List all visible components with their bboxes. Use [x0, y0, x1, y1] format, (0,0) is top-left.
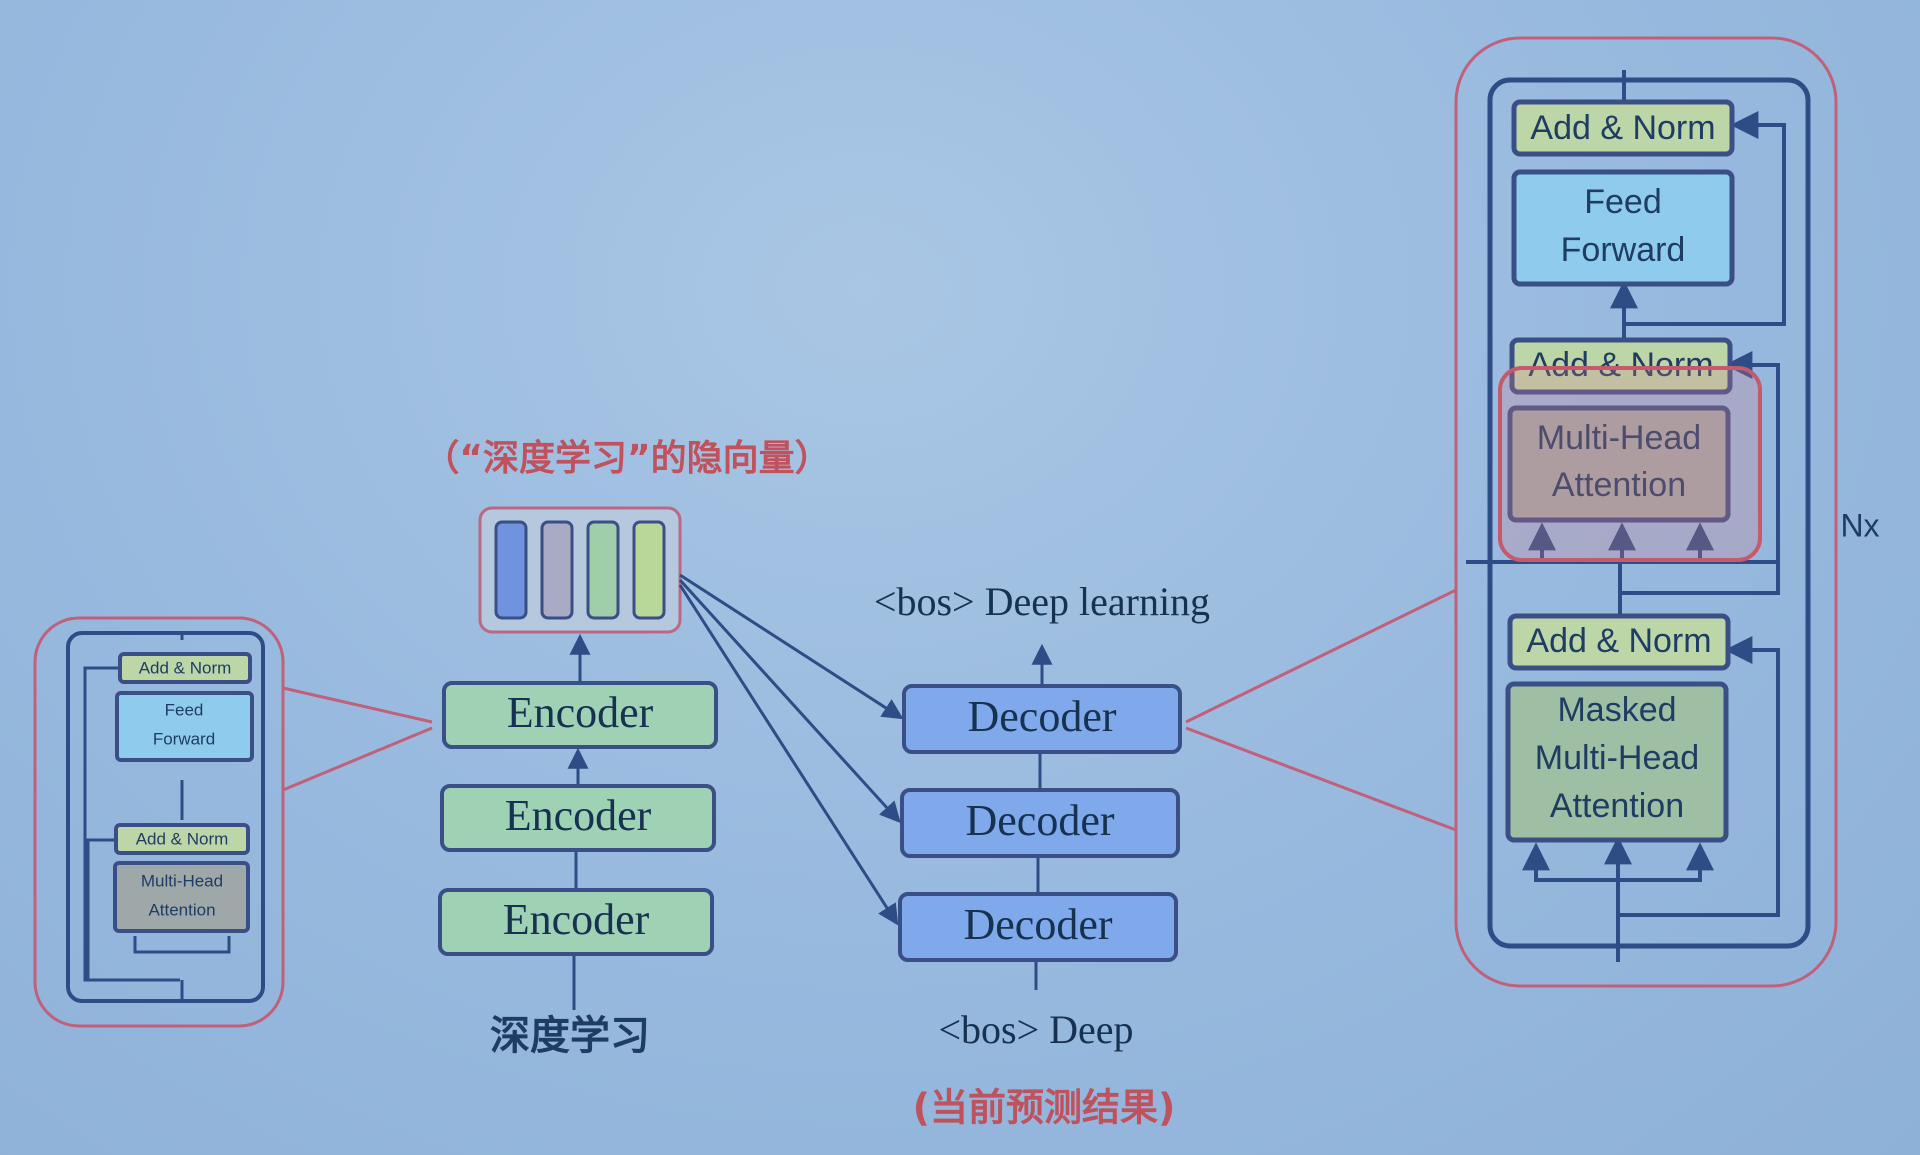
decoder-detail-feed-label-2: Forward — [1561, 231, 1686, 269]
encoder-detail-attn-label-2: Attention — [148, 900, 215, 919]
decoder-detail-callout: Add & Norm Feed Forward Add & Norm Multi… — [1185, 36, 1880, 988]
repeat-label: Nx — [1840, 507, 1879, 543]
decoder-label-2: Decoder — [965, 796, 1114, 845]
cross-attention-highlight — [1498, 366, 1762, 562]
hidden-vector: （“深度学习”的隐向量） — [423, 437, 831, 634]
decoder-label-3: Decoder — [963, 900, 1112, 949]
cross-connections — [678, 573, 904, 926]
encoder-detail-feed-label-1: Feed — [165, 700, 204, 719]
encoder-input-text: 深度学习 — [490, 1013, 650, 1059]
decoder-label-1: Decoder — [967, 692, 1116, 741]
encoder-label-2: Encoder — [505, 791, 652, 840]
encoder-label-3: Encoder — [503, 895, 650, 944]
vector-cell-3 — [586, 520, 620, 620]
hidden-vector-caption: （“深度学习”的隐向量） — [423, 437, 830, 479]
decoder-detail-masked-label-2: Multi-Head — [1535, 739, 1699, 777]
decoder-stack: <bos> Deep learning Decoder Decoder Deco… — [874, 579, 1210, 1129]
transformer-diagram: Add & Norm Feed Forward Add & Norm Multi… — [33, 36, 1880, 1130]
encoder-detail-add-norm-bottom-label: Add & Norm — [136, 829, 229, 848]
encoder-detail-attn-label-1: Multi-Head — [141, 871, 223, 890]
vector-cell-4 — [632, 520, 666, 620]
vector-cell-1 — [494, 520, 528, 620]
encoder-stack: Encoder Encoder Encoder 深度学习 — [438, 633, 718, 1059]
decoder-output-text: <bos> Deep learning — [874, 579, 1210, 624]
decoder-detail-add-norm-top-label: Add & Norm — [1530, 109, 1715, 147]
decoder-detail-feed-label-1: Feed — [1584, 183, 1662, 221]
encoder-detail-feed-label-2: Forward — [153, 729, 215, 748]
encoder-detail-callout: Add & Norm Feed Forward Add & Norm Multi… — [33, 616, 433, 1028]
vector-cell-2 — [540, 520, 574, 620]
encoder-label-1: Encoder — [507, 688, 654, 737]
decoder-input-note: (当前预测结果) — [913, 1086, 1176, 1130]
decoder-detail-masked-label-3: Attention — [1550, 787, 1684, 825]
decoder-detail-masked-label-1: Masked — [1557, 691, 1676, 729]
decoder-detail-add-norm-bottom-label: Add & Norm — [1526, 622, 1711, 660]
decoder-input-text: <bos> Deep — [938, 1007, 1133, 1052]
encoder-detail-add-norm-top-label: Add & Norm — [139, 658, 232, 677]
